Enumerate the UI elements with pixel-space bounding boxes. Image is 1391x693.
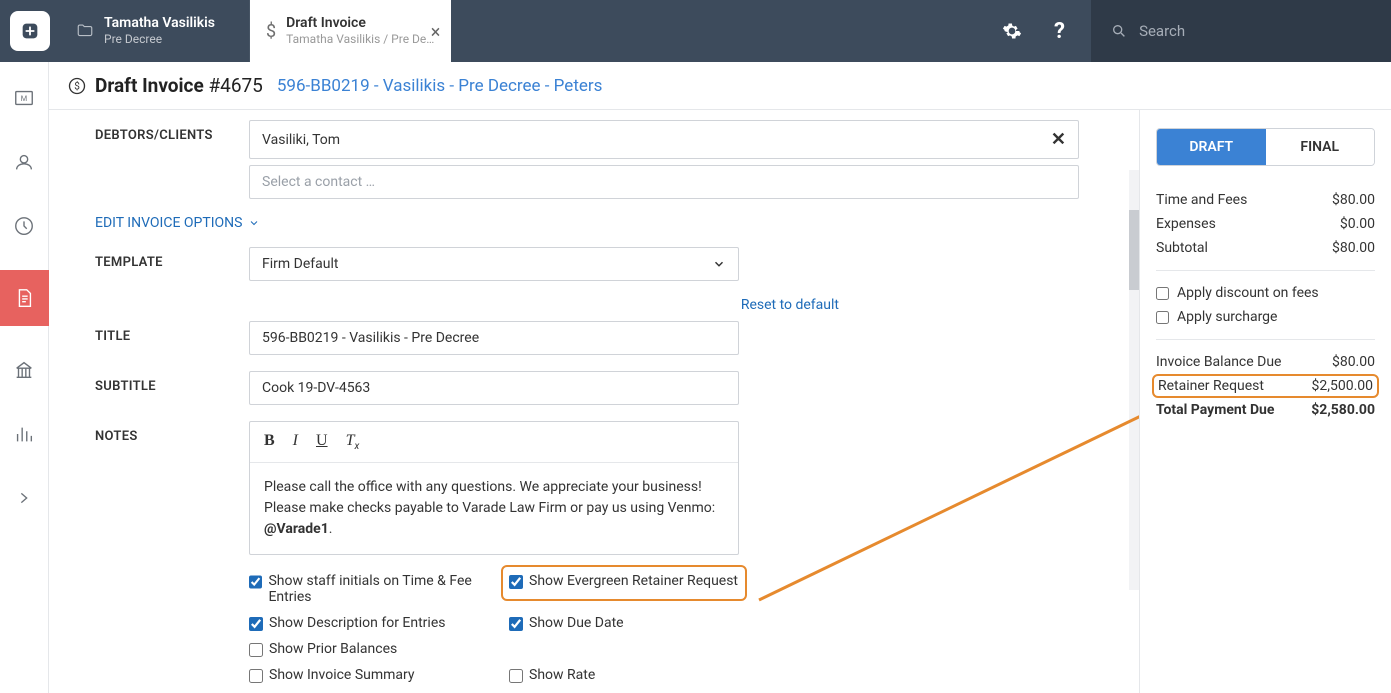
invoice-form: DEBTORS/CLIENTS Vasiliki, Tom ✕ Select a… <box>49 110 1139 693</box>
clear-format-button[interactable]: Tx <box>346 432 360 452</box>
matter-link[interactable]: 596-BB0219 - Vasilikis - Pre Decree - Pe… <box>277 76 603 96</box>
title-input[interactable]: 596-BB0219 - Vasilikis - Pre Decree <box>249 321 739 355</box>
final-button[interactable]: FINAL <box>1266 129 1375 165</box>
tab-client-sub: Pre Decree <box>104 32 215 46</box>
notes-toolbar: B I U Tx <box>250 422 738 463</box>
label-notes: NOTES <box>95 421 249 444</box>
cb-surcharge[interactable]: Apply surcharge <box>1156 305 1375 329</box>
search-icon <box>1111 22 1127 40</box>
row-expenses: Expenses$0.00 <box>1156 212 1375 236</box>
form-scrollbar[interactable] <box>1129 170 1139 590</box>
global-search[interactable] <box>1091 0 1391 62</box>
cb-staff-initials-input[interactable] <box>249 575 262 589</box>
label-title: TITLE <box>95 321 249 344</box>
close-icon[interactable]: × <box>431 22 441 43</box>
subtitle-input[interactable]: Cook 19-DV-4563 <box>249 371 739 405</box>
rail-trust[interactable] <box>0 350 49 390</box>
row-retainer-request: Retainer Request$2,500.00 <box>1152 374 1379 398</box>
template-value: Firm Default <box>262 256 338 272</box>
label-template: TEMPLATE <box>95 247 249 270</box>
row-time-fees: Time and Fees$80.00 <box>1156 188 1375 212</box>
chevron-down-icon <box>712 257 726 271</box>
label-debtors: DEBTORS/CLIENTS <box>95 120 249 143</box>
page-title: $ Draft Invoice #4675 <box>67 74 263 97</box>
rail-reports[interactable] <box>0 414 49 454</box>
tab-invoice-title: Draft Invoice <box>286 15 434 32</box>
topbar-left <box>0 0 60 62</box>
cb-prior-balances[interactable]: Show Prior Balances <box>249 641 509 657</box>
debtor-contact-name: Vasiliki, Tom <box>262 132 340 148</box>
cb-discount-input[interactable] <box>1156 287 1169 300</box>
label-subtitle: SUBTITLE <box>95 371 249 394</box>
template-select[interactable]: Firm Default <box>249 247 739 281</box>
cb-desc-entries[interactable]: Show Description for Entries <box>249 615 509 631</box>
notes-line1: Please call the office with any question… <box>264 477 724 498</box>
cb-invoice-summary[interactable]: Show Invoice Summary <box>249 667 509 683</box>
rail-expand[interactable] <box>0 478 49 518</box>
new-item-button[interactable] <box>10 11 50 51</box>
chevron-down-icon <box>248 217 260 229</box>
debtor-contact[interactable]: Vasiliki, Tom ✕ <box>249 120 1079 159</box>
cb-due-date[interactable]: Show Due Date <box>509 615 769 631</box>
topbar: Tamatha Vasilikis Pre Decree $ Draft Inv… <box>0 0 1391 62</box>
underline-button[interactable]: U <box>316 432 328 452</box>
row-balance-due: Invoice Balance Due$80.00 <box>1156 350 1375 374</box>
notes-editor: B I U Tx Please call the office with any… <box>249 421 739 555</box>
cb-due-date-input[interactable] <box>509 617 523 631</box>
tab-invoice-sub: Tamatha Vasilikis / Pre De… <box>286 32 434 46</box>
row-total-due: Total Payment Due$2,580.00 <box>1156 398 1375 422</box>
checkbox-grid: Show staff initials on Time & Fee Entrie… <box>249 573 1009 683</box>
remove-contact-icon[interactable]: ✕ <box>1051 129 1066 150</box>
cb-desc-entries-input[interactable] <box>249 617 263 631</box>
evergreen-highlight <box>501 565 747 601</box>
gear-icon[interactable] <box>996 21 1028 41</box>
left-rail: M <box>0 62 49 693</box>
plus-icon <box>19 20 41 42</box>
cb-invoice-summary-input[interactable] <box>249 669 263 683</box>
invoice-summary-panel: DRAFT FINAL Time and Fees$80.00 Expenses… <box>1139 110 1391 693</box>
folder-icon <box>76 22 94 40</box>
cb-prior-balances-input[interactable] <box>249 643 263 657</box>
topbar-right: ? <box>996 0 1391 62</box>
dollar-circle-icon: $ <box>67 76 87 96</box>
notes-line2: Please make checks payable to Varade Law… <box>264 498 724 540</box>
cb-staff-initials[interactable]: Show staff initials on Time & Fee Entrie… <box>249 573 509 605</box>
tab-client-title: Tamatha Vasilikis <box>104 15 215 32</box>
edit-invoice-options-link[interactable]: EDIT INVOICE OPTIONS <box>95 215 242 231</box>
svg-text:$: $ <box>74 79 80 92</box>
tab-invoice[interactable]: $ Draft Invoice Tamatha Vasilikis / Pre … <box>250 0 451 62</box>
reset-default-link[interactable]: Reset to default <box>741 297 839 313</box>
dollar-icon: $ <box>266 21 276 42</box>
italic-button[interactable]: I <box>293 432 298 452</box>
search-input[interactable] <box>1139 22 1371 40</box>
rail-billing[interactable] <box>0 270 49 326</box>
bold-button[interactable]: B <box>264 432 275 452</box>
status-toggle: DRAFT FINAL <box>1156 128 1375 166</box>
page-header: $ Draft Invoice #4675 596-BB0219 - Vasil… <box>49 62 1391 110</box>
draft-button[interactable]: DRAFT <box>1157 129 1266 165</box>
rail-contacts[interactable] <box>0 142 49 182</box>
cb-discount[interactable]: Apply discount on fees <box>1156 281 1375 305</box>
contact-picker[interactable]: Select a contact … <box>249 165 1079 199</box>
notes-content[interactable]: Please call the office with any question… <box>250 463 738 554</box>
cb-show-rate[interactable]: Show Rate <box>509 667 769 683</box>
help-icon[interactable]: ? <box>1048 19 1071 44</box>
tab-client[interactable]: Tamatha Vasilikis Pre Decree <box>60 0 250 62</box>
cb-surcharge-input[interactable] <box>1156 311 1169 324</box>
cb-show-rate-input[interactable] <box>509 669 523 683</box>
rail-time[interactable] <box>0 206 49 246</box>
row-subtotal: Subtotal$80.00 <box>1156 236 1375 260</box>
scrollbar-thumb[interactable] <box>1129 210 1139 290</box>
rail-inbox[interactable]: M <box>0 78 49 118</box>
svg-text:M: M <box>21 94 27 103</box>
